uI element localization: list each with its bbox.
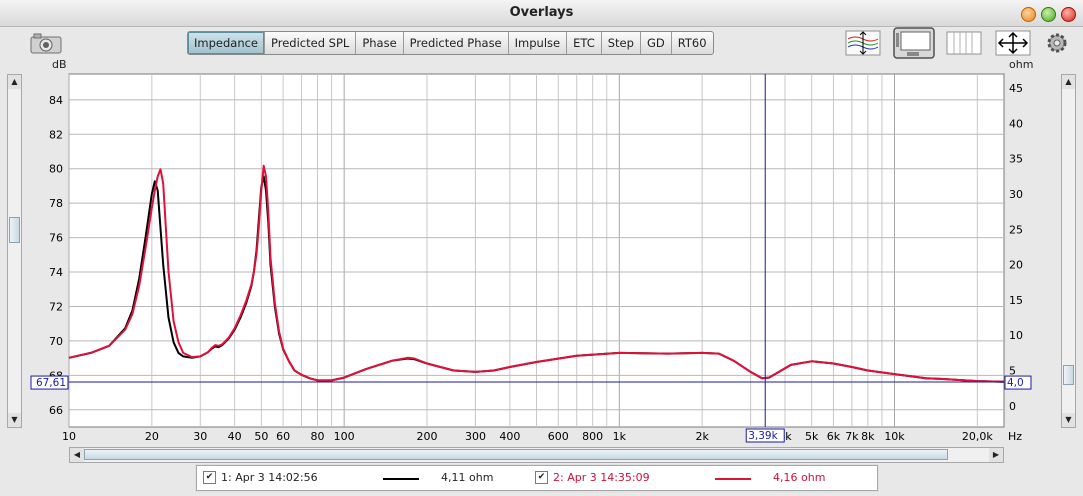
legend-2-checkbox[interactable]: ✔ xyxy=(535,471,548,484)
x-tick-label: 30 xyxy=(193,430,207,443)
impedance-chart[interactable]: 10 20 30 40 50 60 80 100 200 300 400 600 800 1k 2k 4k 5k… xyxy=(0,0,1083,446)
legend-1-checkbox[interactable]: ✔ xyxy=(203,471,216,484)
legend-item-1: ✔ 1: Apr 3 14:02:56 xyxy=(203,471,318,484)
y-left-tick-label: 70 xyxy=(49,335,63,348)
y-right-tick-label: 30 xyxy=(1009,188,1023,201)
y-right-tick-label: 35 xyxy=(1009,153,1023,166)
x-tick-label: 40 xyxy=(228,430,242,443)
legend-1-line xyxy=(383,478,419,480)
x-tick-label: 20,0k xyxy=(962,430,993,443)
x-tick-label: 200 xyxy=(417,430,438,443)
cursor-y-left-readout: 67,61 xyxy=(36,377,66,389)
y-left-tick-label: 84 xyxy=(49,94,63,107)
y-left-tick-label: 78 xyxy=(49,197,63,210)
y-left-tick-label: 76 xyxy=(49,232,63,245)
x-tick-label: 50 xyxy=(254,430,268,443)
x-tick-label: 7k xyxy=(845,430,859,443)
scroll-thumb[interactable] xyxy=(84,449,948,460)
x-tick-label: 60 xyxy=(276,430,290,443)
y-right-tick-label: 40 xyxy=(1009,117,1023,130)
legend-2-value-wrap: 4,16 ohm xyxy=(773,471,825,484)
y-left-tick-label: 82 xyxy=(49,128,63,141)
y-right-tick-label: 15 xyxy=(1009,294,1023,307)
x-tick-label: 10k xyxy=(884,430,905,443)
x-tick-label: 600 xyxy=(548,430,569,443)
y-left-tick-label: 80 xyxy=(49,163,63,176)
cursor-y-right-readout: 4,0 xyxy=(1007,377,1024,389)
y-right-tick-label: 10 xyxy=(1009,329,1023,342)
x-tick-label: 100 xyxy=(334,430,355,443)
x-tick-label: 20 xyxy=(145,430,159,443)
x-tick-label: 800 xyxy=(582,430,603,443)
x-tick-label: 300 xyxy=(465,430,486,443)
legend-1-label: 1: Apr 3 14:02:56 xyxy=(221,471,318,484)
scroll-left-arrow-icon[interactable]: ◀ xyxy=(70,448,84,462)
y-left-tick-label: 72 xyxy=(49,300,63,313)
x-tick-label: 8k xyxy=(861,430,875,443)
x-tick-label: 80 xyxy=(311,430,325,443)
scroll-right-arrow-icon[interactable]: ▶ xyxy=(989,448,1003,462)
horizontal-scrollbar[interactable]: ◀ ▶ xyxy=(69,447,1004,463)
legend-2-value: 4,16 ohm xyxy=(773,471,826,484)
x-tick-label: 1k xyxy=(613,430,627,443)
x-tick-label: 6k xyxy=(827,430,841,443)
x-tick-label: 400 xyxy=(499,430,520,443)
legend-1-value: 4,11 ohm xyxy=(441,471,494,484)
y-left-tick-label: 74 xyxy=(49,266,63,279)
cursor-x-readout: 3,39k xyxy=(748,430,778,442)
legend-item-2: ✔ 2: Apr 3 14:35:09 xyxy=(535,471,650,484)
legend-2-line xyxy=(715,478,751,480)
y-right-tick-label: 0 xyxy=(1009,400,1016,413)
x-axis-unit: Hz xyxy=(1008,430,1022,443)
y-right-tick-label: 20 xyxy=(1009,259,1023,272)
legend-1-value-wrap: 4,11 ohm xyxy=(441,471,493,484)
x-tick-label: 5k xyxy=(805,430,819,443)
x-tick-label: 2k xyxy=(695,430,709,443)
legend: ✔ 1: Apr 3 14:02:56 4,11 ohm ✔ 2: Apr 3 … xyxy=(196,465,878,491)
x-tick-label: 10 xyxy=(62,430,76,443)
y-right-tick-label: 45 xyxy=(1009,82,1023,95)
y-right-tick-label: 25 xyxy=(1009,223,1023,236)
legend-2-label: 2: Apr 3 14:35:09 xyxy=(553,471,650,484)
y-left-tick-label: 66 xyxy=(49,404,63,417)
